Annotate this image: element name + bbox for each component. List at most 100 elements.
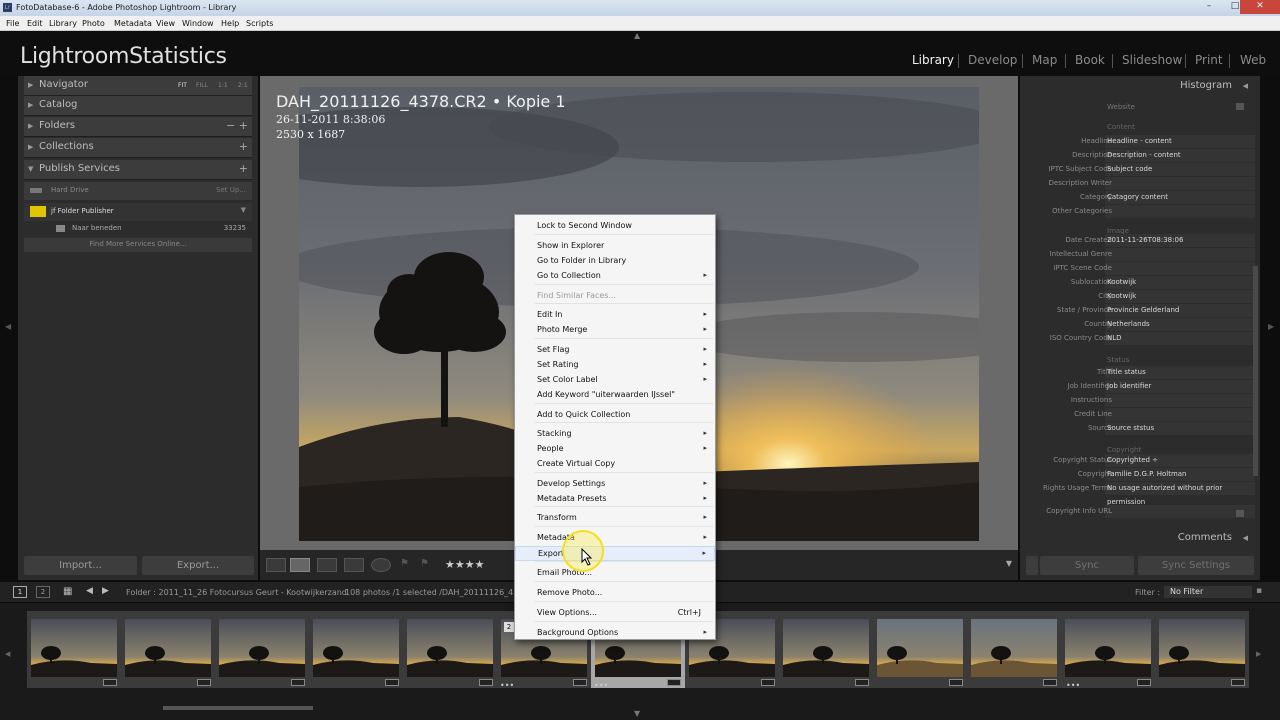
context-menu-item[interactable]: Background Options ▸ — [515, 626, 715, 641]
context-menu-item[interactable]: Add Keyword "uiterwaarden IJssel" — [515, 388, 715, 403]
module-slideshow[interactable]: Slideshow — [1122, 53, 1182, 67]
export-button[interactable]: Export... — [142, 556, 254, 575]
flag-icon[interactable]: ⚑ — [400, 558, 409, 569]
folder-source-label[interactable]: Folder : 2011_11_26 Fotocursus Geurt - K… — [126, 588, 347, 597]
survey-view-icon[interactable] — [344, 558, 364, 572]
filter-lock-icon[interactable]: ▪ — [1256, 586, 1262, 596]
filmstrip-thumbnail[interactable] — [27, 611, 121, 688]
context-menu-item[interactable]: Go to Collection ▸ — [515, 269, 715, 284]
zoom-1-1[interactable]: 1:1 — [218, 82, 228, 89]
close-button[interactable]: ✕ — [1240, 0, 1280, 14]
filmstrip-thumbnail[interactable] — [121, 611, 215, 688]
filmstrip-thumbnail[interactable] — [403, 611, 497, 688]
toolbar-options-chevron-icon[interactable]: ▼ — [1006, 559, 1012, 568]
metadata-value-field[interactable] — [1105, 408, 1255, 421]
compare-view-icon[interactable] — [317, 558, 337, 572]
metadata-value-field[interactable] — [1105, 177, 1255, 190]
module-develop[interactable]: Develop — [968, 53, 1017, 67]
menu-window[interactable]: Window — [182, 19, 214, 28]
context-menu-item[interactable]: Email Photo... — [515, 566, 715, 581]
menu-file[interactable]: File — [6, 19, 19, 28]
minimize-button[interactable]: – — [1196, 0, 1222, 14]
context-menu-item[interactable]: Go to Folder in Library — [515, 254, 715, 269]
grid-view-icon[interactable] — [266, 558, 286, 572]
folders-header[interactable]: ▶ Folders − + — [24, 117, 252, 137]
filter-select[interactable]: No Filter — [1164, 586, 1252, 598]
context-menu-item[interactable]: Remove Photo... — [515, 586, 715, 601]
reject-flag-icon[interactable]: ⚑ — [420, 558, 429, 569]
menu-photo[interactable]: Photo — [82, 19, 105, 28]
context-menu-item[interactable]: Stacking ▸ — [515, 427, 715, 442]
website-link-icon[interactable] — [1236, 103, 1244, 110]
filmstrip-thumbnail[interactable] — [215, 611, 309, 688]
publish-add-button[interactable]: + — [239, 162, 248, 175]
zoom-fill[interactable]: FILL — [196, 82, 208, 89]
dropdown-triangle-icon[interactable]: ▼ — [241, 206, 246, 214]
import-button[interactable]: Import... — [24, 556, 137, 575]
context-menu-item[interactable]: Set Rating ▸ — [515, 358, 715, 373]
grid-icon[interactable]: ▦ — [63, 586, 72, 597]
hard-drive-service[interactable]: Hard Drive Set Up... — [24, 182, 252, 200]
loupe-view-icon[interactable] — [290, 558, 310, 572]
context-menu-item[interactable]: View Options... Ctrl+J — [515, 606, 715, 621]
module-book[interactable]: Book — [1075, 53, 1105, 67]
star-rating[interactable]: ★★★★ — [445, 558, 484, 571]
copyright-url-icon[interactable] — [1236, 510, 1244, 517]
zoom-2-1[interactable]: 2:1 — [238, 82, 248, 89]
right-panel-scrollbar[interactable] — [1253, 266, 1258, 476]
module-web[interactable]: Web — [1240, 53, 1266, 67]
stack-count-badge[interactable]: 2 — [504, 622, 514, 632]
metadata-value-field[interactable] — [1105, 205, 1255, 218]
context-menu-item[interactable]: Transform ▸ — [515, 511, 715, 526]
filmstrip-thumbnail[interactable] — [309, 611, 403, 688]
module-print[interactable]: Print — [1195, 53, 1223, 67]
forward-arrow-icon[interactable]: ▶ — [102, 586, 109, 596]
metadata-value-field[interactable] — [1105, 394, 1255, 407]
filmstrip-thumbnail[interactable] — [1061, 611, 1155, 688]
context-menu-item[interactable]: Metadata ▸ — [515, 531, 715, 546]
filmstrip-scroll-left-icon[interactable]: ◀ — [5, 650, 10, 658]
context-menu-item[interactable]: Develop Settings ▸ — [515, 477, 715, 492]
photo-count-label[interactable]: 108 photos /1 selected /DAH_20111126_437 — [345, 588, 523, 597]
metadata-value-field[interactable] — [1105, 248, 1255, 261]
filmstrip-thumbnail[interactable] — [1155, 611, 1249, 688]
auto-sync-toggle[interactable] — [1026, 556, 1038, 575]
filmstrip-thumbnail[interactable] — [873, 611, 967, 688]
histogram-header[interactable]: Histogram ◀ — [1020, 76, 1260, 96]
display-1-button[interactable]: 1 — [13, 586, 27, 598]
collections-add-button[interactable]: + — [239, 140, 248, 153]
jf-folder-publisher-service[interactable]: jf Folder Publisher ▼ — [24, 203, 252, 221]
collections-header[interactable]: ▶ Collections + — [24, 138, 252, 158]
filmstrip-thumbnail[interactable] — [779, 611, 873, 688]
catalog-header[interactable]: ▶ Catalog — [24, 96, 252, 116]
navigator-header[interactable]: ▶ Navigator FIT FILL 1:1 2:1 — [24, 76, 252, 96]
comments-header[interactable]: Comments ◀ — [1020, 528, 1260, 548]
left-panel-toggle-icon[interactable]: ◀ — [5, 322, 11, 331]
module-library[interactable]: Library — [912, 53, 954, 67]
context-menu-item[interactable]: Edit In ▸ — [515, 308, 715, 323]
context-menu-item[interactable]: Photo Merge ▸ — [515, 323, 715, 338]
module-map[interactable]: Map — [1032, 53, 1057, 67]
context-menu-item[interactable]: Lock to Second Window — [515, 219, 715, 234]
zoom-fit[interactable]: FIT — [178, 82, 187, 89]
naar-beneden-collection[interactable]: Naar beneden 33235 — [24, 221, 252, 237]
filmstrip-thumbnail[interactable] — [967, 611, 1061, 688]
metadata-value-field[interactable] — [1105, 332, 1255, 345]
menu-scripts[interactable]: Scripts — [246, 19, 273, 28]
find-more-services-button[interactable]: Find More Services Online... — [24, 238, 252, 252]
context-menu-item[interactable]: Set Flag ▸ — [515, 343, 715, 358]
menu-help[interactable]: Help — [221, 19, 239, 28]
right-panel-toggle-icon[interactable]: ▶ — [1268, 322, 1274, 331]
context-menu-item[interactable]: Export ▸ — [515, 546, 715, 561]
context-menu-item[interactable]: People ▸ — [515, 442, 715, 457]
top-panel-toggle-icon[interactable]: ▲ — [634, 31, 640, 40]
menu-library[interactable]: Library — [49, 19, 77, 28]
folders-add-remove-button[interactable]: − + — [226, 119, 248, 132]
context-menu-item[interactable]: Metadata Presets ▸ — [515, 492, 715, 507]
menu-edit[interactable]: Edit — [27, 19, 43, 28]
setup-button[interactable]: Set Up... — [216, 186, 246, 194]
menu-metadata[interactable]: Metadata — [114, 19, 152, 28]
context-menu-item[interactable]: Add to Quick Collection — [515, 408, 715, 423]
bottom-panel-toggle-icon[interactable]: ▼ — [634, 709, 640, 718]
menu-view[interactable]: View — [156, 19, 175, 28]
